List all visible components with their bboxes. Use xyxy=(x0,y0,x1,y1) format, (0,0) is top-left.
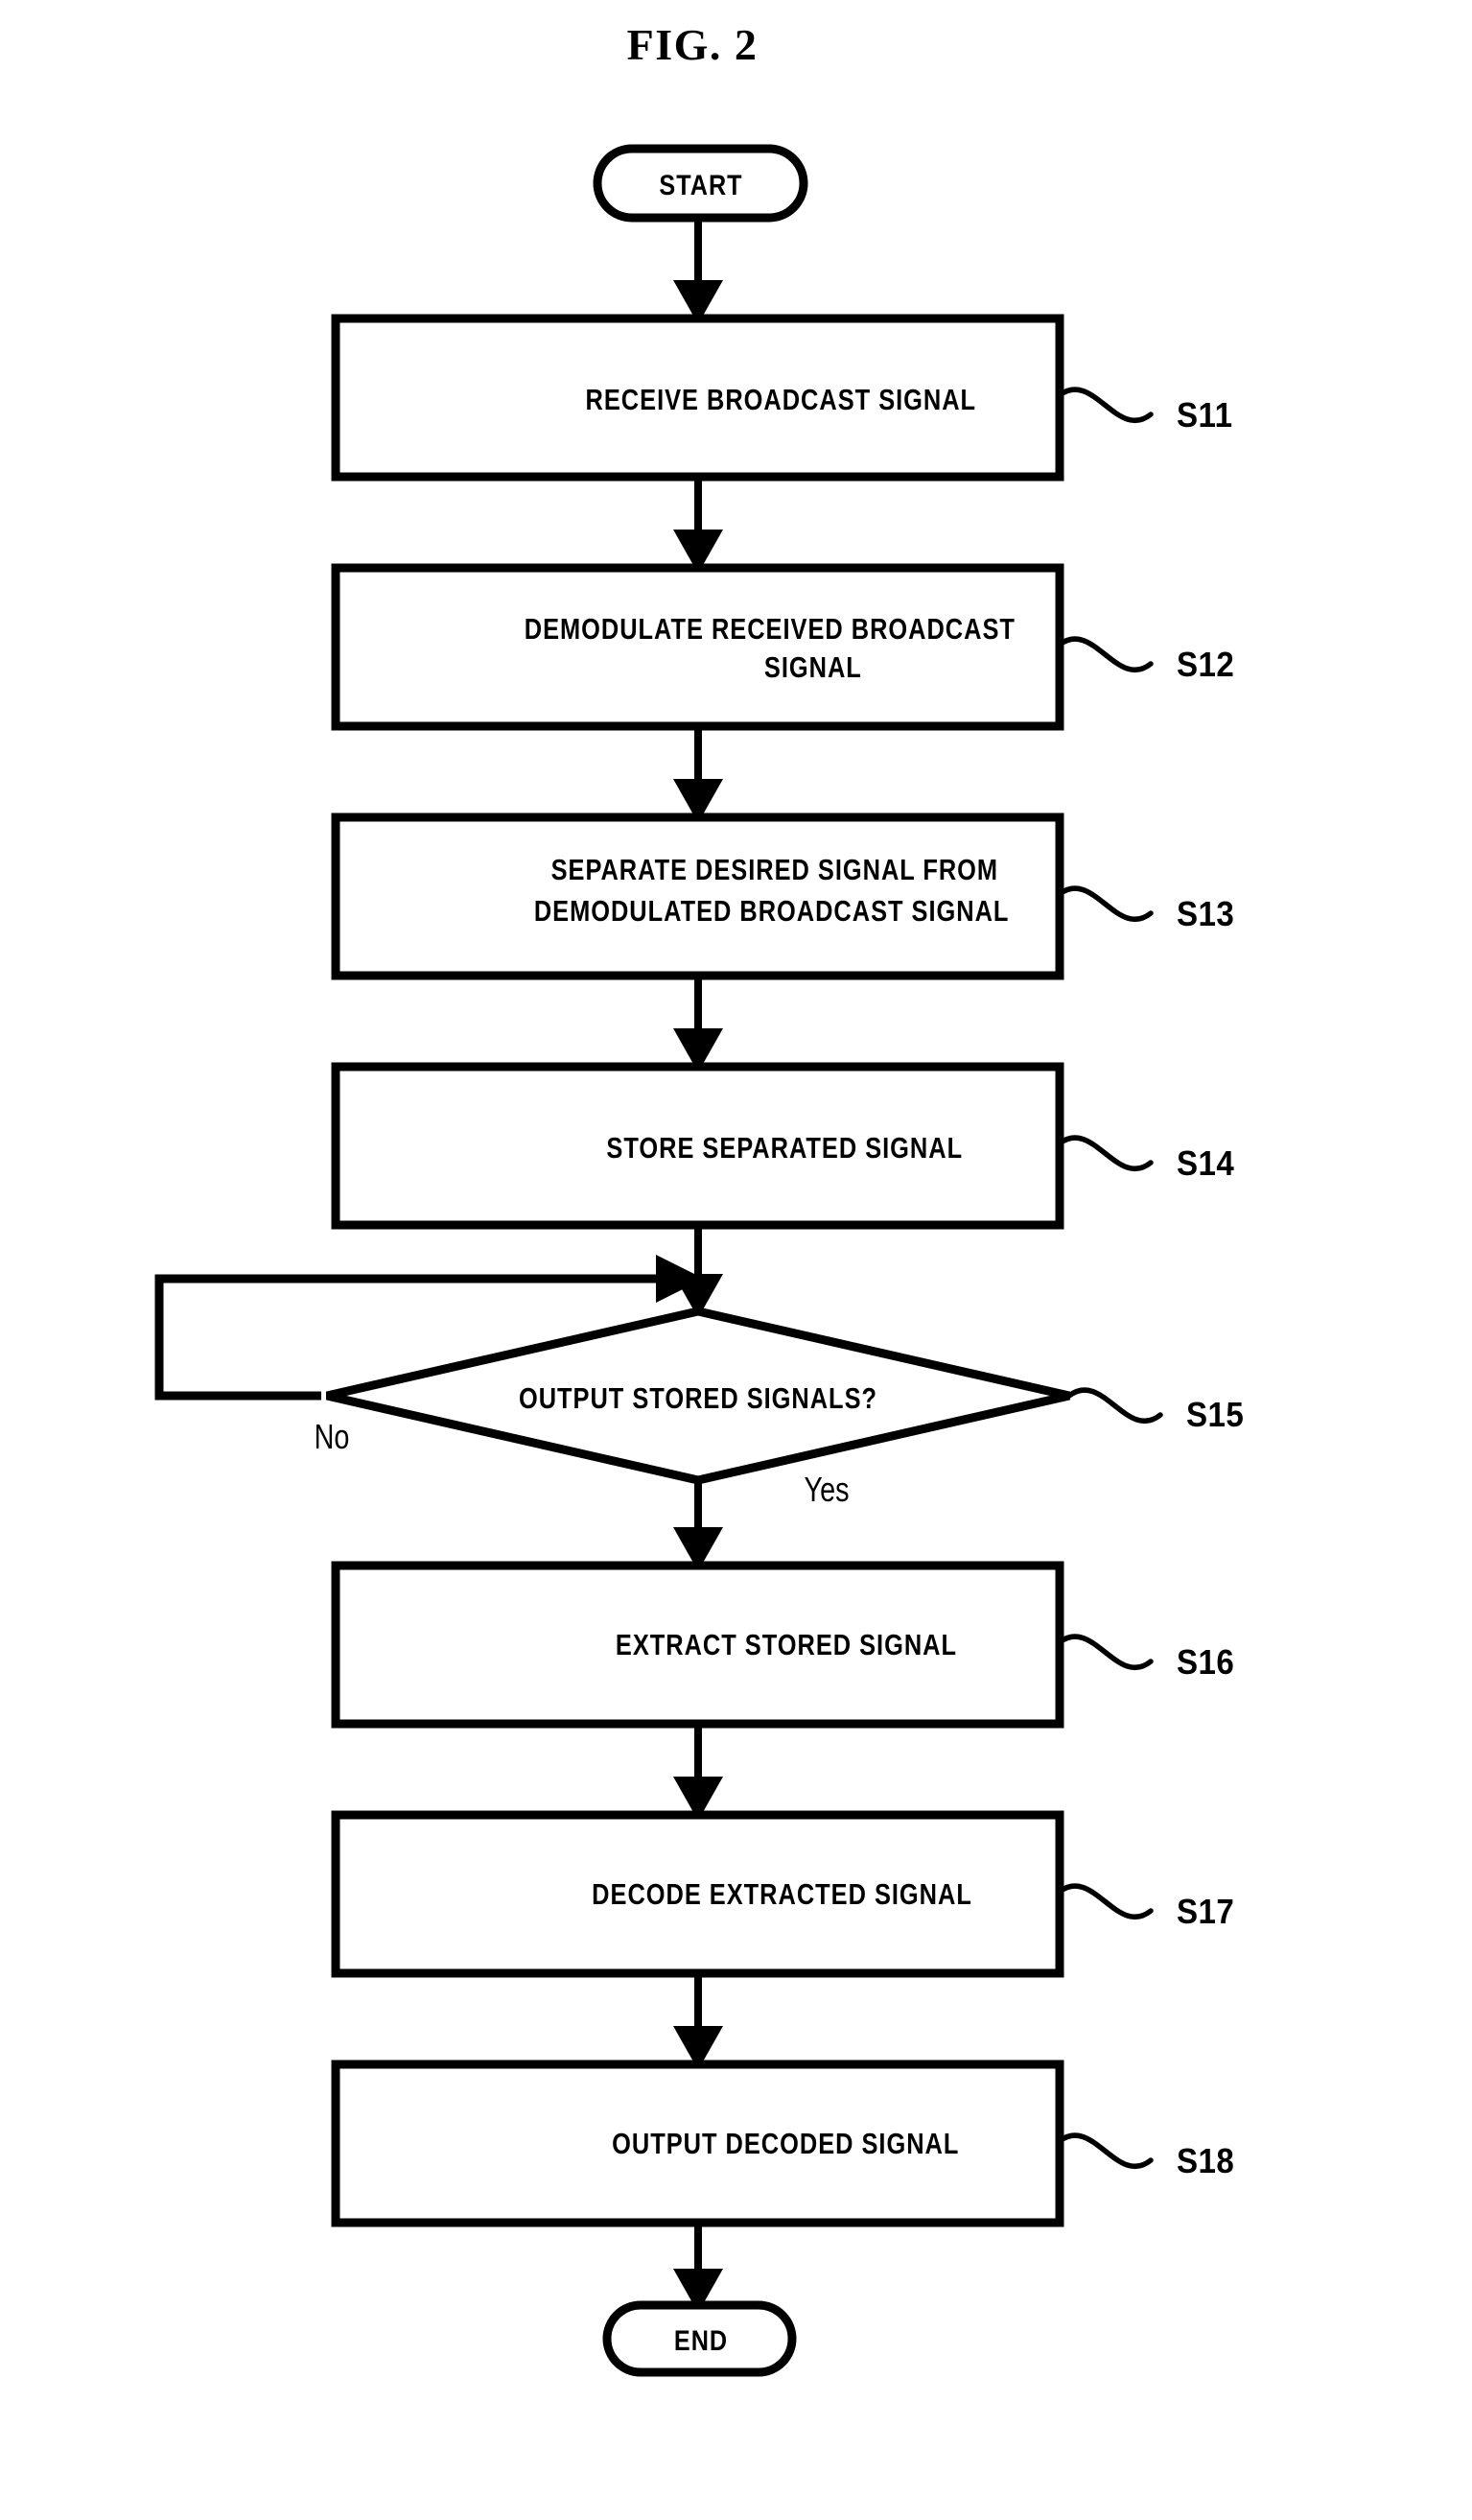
connector-s17-to-s18 xyxy=(673,1973,723,2070)
step-ref-s15: S15 xyxy=(1066,1387,1244,1435)
s16-label-line-0: EXTRACT STORED SIGNAL xyxy=(616,1629,957,1662)
connector-s18-to-end xyxy=(673,2223,723,2313)
s17-ref: S17 xyxy=(1177,1894,1234,1932)
figure-root: FIG. 2 START RECEIVE BROADCAST SIGNAL S1… xyxy=(0,0,1472,2520)
figure-title: FIG. 2 xyxy=(627,20,759,69)
decision-s15: OUTPUT STORED SIGNALS? xyxy=(326,1307,1070,1485)
process-box-s13: SEPARATE DESIRED SIGNAL FROM DEMODULATED… xyxy=(331,813,1064,980)
connector-s12-to-s13 xyxy=(673,726,723,823)
step-ref-s17: S17 xyxy=(1057,1883,1234,1932)
terminator-end: END xyxy=(602,2300,797,2377)
s15-ref: S15 xyxy=(1186,1397,1244,1435)
s13-label-line-0: SEPARATE DESIRED SIGNAL FROM xyxy=(551,854,998,887)
process-box-s18: OUTPUT DECODED SIGNAL xyxy=(331,2060,1064,2227)
connector-s11-to-s12 xyxy=(673,477,723,574)
process-box-s17: DECODE EXTRACTED SIGNAL xyxy=(331,1810,1064,1978)
s12-shape xyxy=(331,563,1064,731)
step-ref-s18: S18 xyxy=(1057,2132,1234,2181)
process-box-s12: DEMODULATE RECEIVED BROADCAST SIGNAL xyxy=(331,563,1064,731)
step-ref-s14: S14 xyxy=(1057,1135,1235,1184)
s16-ref: S16 xyxy=(1177,1644,1234,1683)
s14-ref: S14 xyxy=(1177,1145,1235,1184)
step-ref-s12: S12 xyxy=(1057,636,1234,685)
s18-ref: S18 xyxy=(1177,2143,1234,2181)
step-ref-s11: S11 xyxy=(1057,387,1232,436)
s12-label-line-1: SIGNAL xyxy=(764,651,862,685)
connector-start-to-s11 xyxy=(673,218,723,324)
s18-label-line-0: OUTPUT DECODED SIGNAL xyxy=(612,2128,959,2161)
branch-label-no: No xyxy=(315,1417,350,1456)
s13-label-line-1: DEMODULATED BROADCAST SIGNAL xyxy=(534,895,1010,929)
connector-s13-to-s14 xyxy=(673,976,723,1072)
connector-decision-to-s16: Yes xyxy=(673,1470,849,1571)
s17-label-line-0: DECODE EXTRACTED SIGNAL xyxy=(592,1878,972,1912)
terminator-start: START xyxy=(593,144,808,223)
step-ref-s16: S16 xyxy=(1057,1634,1234,1683)
process-box-s16: EXTRACT STORED SIGNAL xyxy=(331,1561,1064,1729)
start-label: START xyxy=(659,169,742,201)
step-ref-s13: S13 xyxy=(1057,885,1234,934)
process-box-s14: STORE SEPARATED SIGNAL xyxy=(331,1062,1064,1230)
s14-label-line-0: STORE SEPARATED SIGNAL xyxy=(606,1132,963,1166)
s13-ref: S13 xyxy=(1177,896,1234,934)
connector-s16-to-s17 xyxy=(673,1724,723,1821)
branch-label-yes: Yes xyxy=(805,1470,850,1509)
s11-label-line-0: RECEIVE BROADCAST SIGNAL xyxy=(586,384,977,417)
s11-ref: S11 xyxy=(1177,397,1232,436)
end-label: END xyxy=(674,2324,728,2357)
s12-label-line-0: DEMODULATE RECEIVED BROADCAST xyxy=(525,613,1016,647)
s12-ref: S12 xyxy=(1177,647,1234,685)
flowchart-canvas: FIG. 2 START RECEIVE BROADCAST SIGNAL S1… xyxy=(0,0,1472,2520)
s15-label: OUTPUT STORED SIGNALS? xyxy=(519,1382,877,1416)
process-box-s11: RECEIVE BROADCAST SIGNAL xyxy=(331,314,1064,482)
